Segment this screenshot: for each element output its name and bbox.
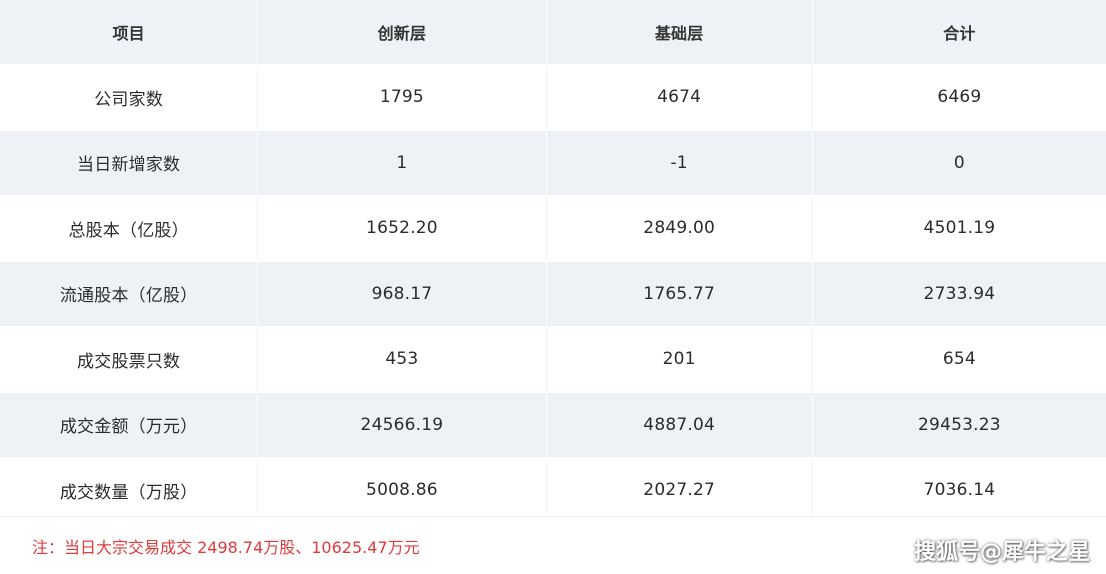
cell-basic: 4887.04 [545, 392, 812, 457]
cell-innovation: 24566.19 [257, 392, 545, 457]
row-label: 总股本（亿股） [68, 220, 189, 241]
cell-basic: -1 [545, 130, 812, 195]
table-row: 公司家数 1795 4674 6469 [0, 65, 1106, 131]
table-row: 成交金额（万元） 24566.19 4887.04 29453.23 [0, 392, 1106, 458]
header-cell-total: 合计 [811, 0, 1106, 64]
row-label: 公司家数 [94, 89, 164, 110]
cell-basic: 2027.27 [545, 458, 812, 523]
data-table: 项目 创新层 基础层 合计 公司家数 1795 4674 6469 当日新增家数… [0, 0, 1106, 524]
row-label: 成交数量（万股） [59, 482, 198, 503]
cell-total: 654 [811, 327, 1106, 392]
cell-innovation: 968.17 [257, 261, 545, 326]
header-cell-item: 项目 [112, 24, 145, 43]
cell-innovation: 5008.86 [257, 458, 545, 523]
cell-basic: 4674 [545, 65, 812, 130]
row-label: 流通股本（亿股） [59, 286, 198, 307]
table-row: 流通股本（亿股） 968.17 1765.77 2733.94 [0, 261, 1106, 327]
table-header-row: 项目 创新层 基础层 合计 [0, 0, 1106, 65]
cell-total: 6469 [811, 65, 1106, 130]
watermark: 搜狐号@犀牛之星 [913, 540, 1090, 565]
cell-innovation: 1795 [257, 65, 545, 130]
row-label: 成交金额（万元） [59, 417, 198, 438]
table-row: 成交股票只数 453 201 654 [0, 327, 1106, 393]
header-cell-basic: 基础层 [545, 0, 812, 64]
cell-innovation: 1 [257, 130, 545, 195]
cell-total: 2733.94 [811, 261, 1106, 326]
table-row: 总股本（亿股） 1652.20 2849.00 4501.19 [0, 196, 1106, 262]
row-label: 成交股票只数 [77, 351, 181, 372]
header-cell-innovation: 创新层 [257, 0, 545, 64]
cell-innovation: 1652.20 [257, 196, 545, 261]
cell-total: 7036.14 [811, 458, 1106, 523]
table-row: 当日新增家数 1 -1 0 [0, 130, 1106, 196]
cell-basic: 2849.00 [545, 196, 812, 261]
row-label: 当日新增家数 [77, 155, 181, 176]
cell-total: 4501.19 [811, 196, 1106, 261]
cell-total: 0 [811, 130, 1106, 195]
cell-innovation: 453 [257, 327, 545, 392]
cell-total: 29453.23 [811, 392, 1106, 457]
table-row: 成交数量（万股） 5008.86 2027.27 7036.14 [0, 458, 1106, 524]
cell-basic: 201 [545, 327, 812, 392]
cell-basic: 1765.77 [545, 261, 812, 326]
